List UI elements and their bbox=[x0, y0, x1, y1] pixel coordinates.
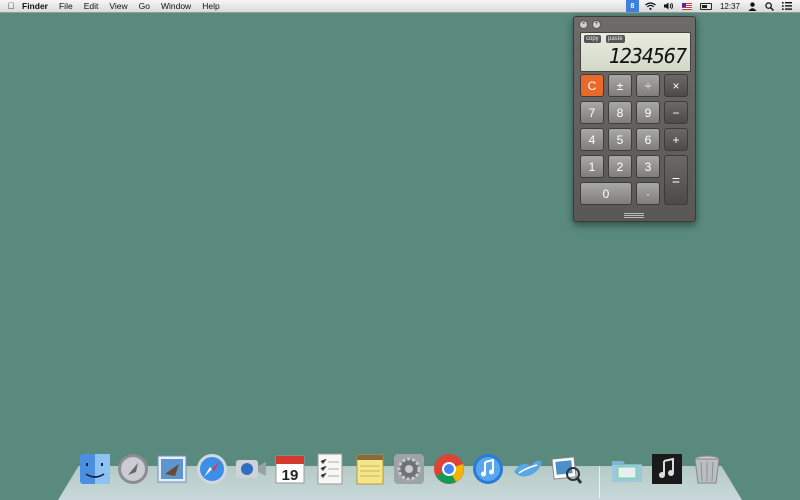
status-area: 8 12:37 bbox=[625, 0, 800, 12]
notes-icon[interactable] bbox=[353, 452, 387, 486]
minus-key[interactable]: − bbox=[664, 101, 688, 124]
trash-icon[interactable] bbox=[690, 452, 724, 486]
paste-button[interactable]: paste bbox=[606, 35, 625, 43]
menu-file[interactable]: File bbox=[59, 0, 73, 12]
calculator-widget: × + copy paste 1234567 C ± ÷ × 7 8 9 − 4… bbox=[573, 16, 696, 222]
chrome-icon[interactable] bbox=[432, 452, 466, 486]
volume-icon[interactable] bbox=[663, 0, 674, 12]
wifi-icon[interactable] bbox=[645, 0, 656, 12]
notification-list-icon[interactable] bbox=[782, 0, 792, 12]
plus-minus-key[interactable]: ± bbox=[608, 74, 632, 97]
user-icon[interactable] bbox=[748, 0, 757, 12]
eight-key[interactable]: 8 bbox=[608, 101, 632, 124]
menu-go[interactable]: Go bbox=[139, 0, 150, 12]
calendar-day: 19 bbox=[282, 467, 299, 484]
close-icon[interactable]: × bbox=[579, 20, 588, 29]
clock[interactable]: 12:37 bbox=[720, 0, 740, 12]
finder-icon[interactable] bbox=[78, 452, 112, 486]
clear-key[interactable]: C bbox=[580, 74, 604, 97]
reminders-icon[interactable] bbox=[313, 452, 347, 486]
plus-key[interactable]: + bbox=[664, 128, 688, 151]
dashboard-widget-icon[interactable]: 8 bbox=[625, 0, 639, 12]
nine-key[interactable]: 9 bbox=[636, 101, 660, 124]
mail-icon[interactable] bbox=[155, 452, 189, 486]
four-key[interactable]: 4 bbox=[580, 128, 604, 151]
zero-key[interactable]: 0 bbox=[580, 182, 632, 205]
apple-logo-icon[interactable]:  bbox=[0, 1, 22, 11]
two-key[interactable]: 2 bbox=[608, 155, 632, 178]
openoffice-icon[interactable] bbox=[511, 452, 545, 486]
resize-grip[interactable] bbox=[624, 213, 644, 218]
menu-edit[interactable]: Edit bbox=[84, 0, 99, 12]
menu-app-name[interactable]: Finder bbox=[22, 0, 48, 12]
menu-window[interactable]: Window bbox=[161, 0, 191, 12]
facetime-icon[interactable] bbox=[234, 452, 268, 486]
display-readout: 1234567 bbox=[608, 44, 687, 68]
equals-key[interactable]: = bbox=[664, 155, 688, 205]
divide-key[interactable]: ÷ bbox=[636, 74, 660, 97]
battery-icon[interactable] bbox=[699, 0, 712, 12]
menu-help[interactable]: Help bbox=[202, 0, 219, 12]
multiply-key[interactable]: × bbox=[664, 74, 688, 97]
itunes-icon[interactable] bbox=[471, 452, 505, 486]
launchpad-icon[interactable] bbox=[116, 452, 150, 486]
dock-separator bbox=[599, 466, 600, 498]
menu-view[interactable]: View bbox=[109, 0, 127, 12]
one-key[interactable]: 1 bbox=[580, 155, 604, 178]
us-flag-input-icon[interactable] bbox=[681, 0, 692, 12]
spotlight-icon[interactable] bbox=[765, 0, 774, 12]
three-key[interactable]: 3 bbox=[636, 155, 660, 178]
system-preferences-icon[interactable] bbox=[392, 452, 426, 486]
seven-key[interactable]: 7 bbox=[580, 101, 604, 124]
five-key[interactable]: 5 bbox=[608, 128, 632, 151]
safari-icon[interactable] bbox=[195, 452, 229, 486]
calendar-icon[interactable]: 19 bbox=[273, 452, 307, 486]
music-folder-icon[interactable] bbox=[650, 452, 684, 486]
menu-bar:  Finder File Edit View Go Window Help 8… bbox=[0, 0, 800, 13]
six-key[interactable]: 6 bbox=[636, 128, 660, 151]
info-icon[interactable]: + bbox=[592, 20, 601, 29]
preview-icon[interactable] bbox=[550, 452, 584, 486]
copy-button[interactable]: copy bbox=[584, 35, 601, 43]
decimal-key[interactable]: · bbox=[636, 182, 660, 205]
calculator-display: copy paste 1234567 bbox=[580, 32, 691, 72]
downloads-folder-icon[interactable] bbox=[610, 452, 644, 486]
